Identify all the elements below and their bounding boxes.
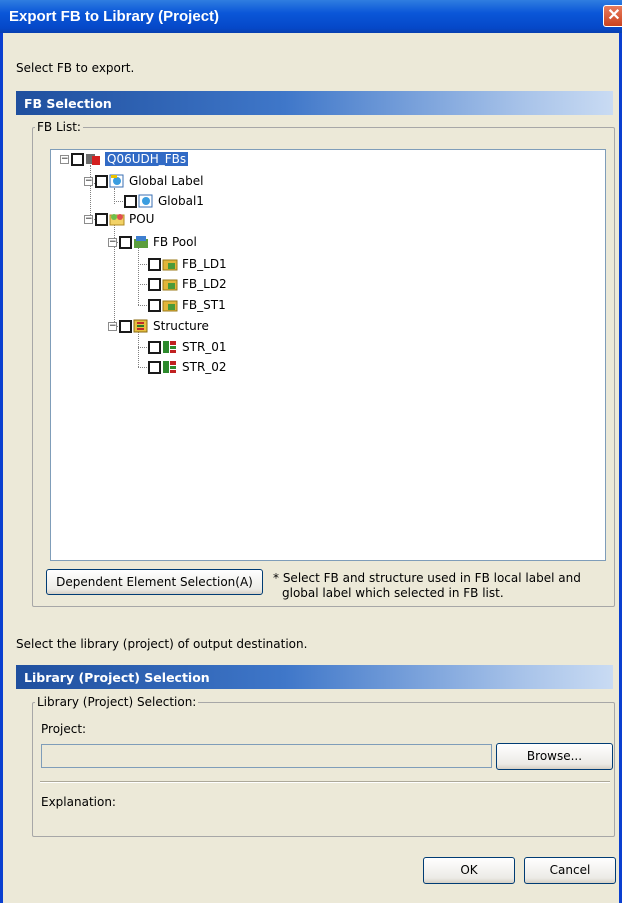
checkbox[interactable]	[148, 257, 161, 271]
fb-icon	[162, 277, 178, 291]
project-label: Project:	[41, 722, 87, 736]
checkbox[interactable]	[71, 152, 84, 166]
checkbox[interactable]	[95, 174, 108, 188]
fb-icon	[162, 298, 178, 312]
global-label-icon	[138, 194, 154, 208]
structure-icon	[133, 319, 149, 333]
collapse-icon[interactable]: −	[84, 176, 93, 186]
title-bar[interactable]: Export FB to Library (Project) ✕	[0, 0, 622, 33]
tree-node-str-02[interactable]: STR_02	[148, 358, 227, 376]
close-button[interactable]: ✕	[603, 5, 622, 27]
collapse-icon[interactable]: −	[84, 214, 93, 224]
explanation-label: Explanation:	[41, 795, 116, 809]
tree-node-global-label[interactable]: − Global Label	[84, 172, 203, 190]
checkbox[interactable]	[148, 360, 161, 374]
selection-note: * Select FB and structure used in FB loc…	[273, 571, 581, 601]
checkbox[interactable]	[119, 235, 132, 249]
tree-node-fb-st1[interactable]: FB_ST1	[148, 296, 226, 314]
collapse-icon[interactable]: −	[108, 237, 117, 247]
checkbox[interactable]	[124, 194, 137, 208]
checkbox[interactable]	[95, 212, 108, 226]
cancel-button[interactable]: Cancel	[524, 857, 616, 884]
browse-button[interactable]: Browse...	[496, 743, 613, 770]
dialog-title: Export FB to Library (Project)	[9, 8, 220, 25]
export-fb-dialog: Export FB to Library (Project) ✕ Select …	[0, 0, 622, 903]
pou-folder-icon	[109, 212, 125, 226]
note-line-1: * Select FB and structure used in FB loc…	[273, 571, 581, 585]
separator	[40, 781, 610, 783]
collapse-icon[interactable]: −	[108, 321, 117, 331]
tree-node-pou[interactable]: − POU	[84, 210, 154, 228]
global-label-icon	[109, 174, 125, 188]
fb-pool-icon	[133, 235, 149, 249]
fb-list-label: FB List:	[35, 120, 83, 134]
fb-prompt: Select FB to export.	[16, 61, 135, 75]
checkbox[interactable]	[119, 319, 132, 333]
collapse-icon[interactable]: −	[60, 154, 69, 164]
tree-node-global1[interactable]: Global1	[124, 192, 204, 210]
library-prompt: Select the library (project) of output d…	[16, 637, 308, 651]
fb-icon	[162, 257, 178, 271]
tree-node-str-01[interactable]: STR_01	[148, 338, 227, 356]
tree-node-structure[interactable]: − Structure	[108, 317, 209, 335]
tree-node-fb-ld1[interactable]: FB_LD1	[148, 255, 227, 273]
tree-node-fb-ld2[interactable]: FB_LD2	[148, 275, 227, 293]
fb-tree[interactable]: − Q06UDH_FBs − Global Label Global1 − PO…	[50, 149, 606, 561]
struct-item-icon	[162, 360, 178, 374]
project-field[interactable]	[41, 744, 492, 768]
dependent-element-selection-button[interactable]: Dependent Element Selection(A)	[46, 569, 263, 595]
tree-node-fb-pool[interactable]: − FB Pool	[108, 233, 197, 251]
note-line-2: global label which selected in FB list.	[282, 586, 504, 600]
struct-item-icon	[162, 340, 178, 354]
fb-selection-header: FB Selection	[16, 91, 613, 115]
checkbox[interactable]	[148, 277, 161, 291]
ok-button[interactable]: OK	[423, 857, 515, 884]
checkbox[interactable]	[148, 298, 161, 312]
library-selection-label: Library (Project) Selection:	[35, 695, 199, 709]
checkbox[interactable]	[148, 340, 161, 354]
library-selection-header: Library (Project) Selection	[16, 665, 613, 689]
tree-node-project[interactable]: − Q06UDH_FBs	[60, 150, 189, 168]
project-icon	[85, 152, 101, 166]
